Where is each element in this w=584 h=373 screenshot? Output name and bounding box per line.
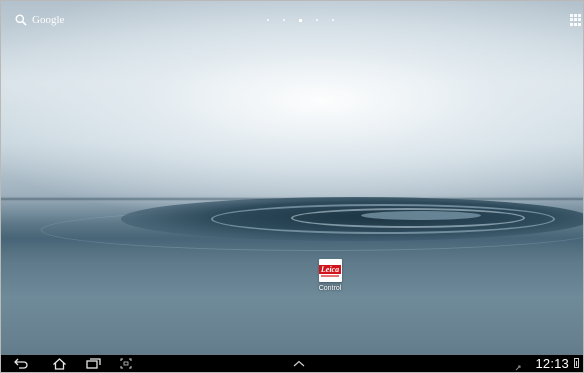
sync-icon [515,359,523,372]
back-icon[interactable] [13,357,29,370]
google-search-widget[interactable]: Google [15,12,64,28]
page-dot-active [299,18,302,22]
app-shortcut-control[interactable]: Leica Control [313,259,347,292]
chevron-up-icon[interactable] [292,357,306,370]
leica-app-icon: Leica [318,259,342,282]
apps-grid-icon[interactable] [570,14,582,26]
search-label: Google [32,14,65,26]
page-dot [316,19,318,21]
battery-icon [574,358,579,368]
page-dot [267,19,269,21]
app-label: Control [318,285,342,292]
leica-logo: Leica [318,264,342,274]
status-clock[interactable]: 12:13 [535,356,569,371]
water-ripple [361,211,481,220]
home-icon[interactable] [51,357,67,370]
page-dot [283,19,285,21]
home-page-indicator [267,18,334,22]
leica-logo-subline [321,274,339,277]
page-dot [332,19,334,21]
search-icon [15,14,27,26]
wallpaper [1,1,583,372]
recent-apps-icon[interactable] [85,357,101,370]
android-tablet-screen: Google Leica Control 12:13 [0,0,584,373]
screenshot-icon[interactable] [119,357,133,370]
system-navigation-bar: 12:13 [1,355,583,372]
